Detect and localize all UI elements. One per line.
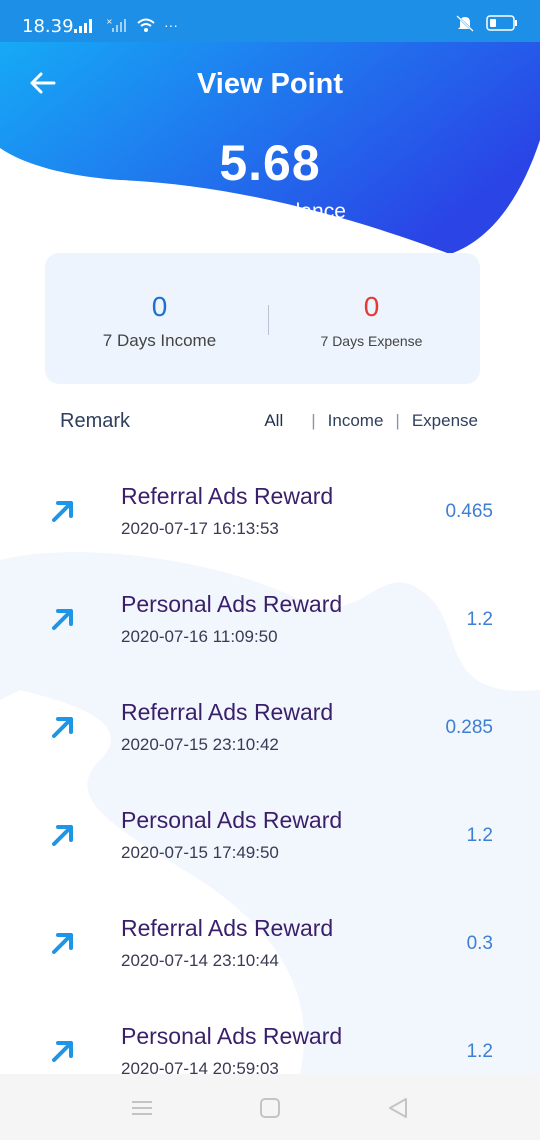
cell-signal-icon <box>74 19 92 33</box>
filter-separator: | <box>311 411 316 430</box>
home-square-icon[interactable] <box>256 1094 284 1122</box>
transaction-date: 2020-07-15 23:10:42 <box>121 735 279 754</box>
status-bar: 18.39 × ··· <box>0 0 540 42</box>
transaction-amount: 1.2 <box>466 609 493 630</box>
transaction-amount: 1.2 <box>466 825 493 846</box>
status-icons-right <box>454 14 518 32</box>
transaction-title: Referral Ads Reward <box>121 483 334 509</box>
list-item[interactable]: Referral Ads Reward 2020-07-15 23:10:42 … <box>0 676 540 784</box>
filter-all[interactable]: All <box>264 411 283 431</box>
arrow-up-right-icon <box>52 1041 73 1062</box>
income-value: 0 <box>151 291 168 322</box>
arrow-up-right-icon <box>52 825 73 846</box>
battery-icon <box>486 15 517 31</box>
wifi-icon <box>137 18 155 32</box>
summary-card: 0 7 Days Income 0 7 Days Expense <box>45 253 480 384</box>
list-item[interactable]: Referral Ads Reward 2020-07-17 16:13:53 … <box>0 460 540 568</box>
filter-tabs: All | Income | Expense <box>264 411 478 431</box>
filter-expense[interactable]: Expense <box>412 411 478 431</box>
cell-signal-secondary-icon: × <box>106 17 126 32</box>
transaction-amount: 0.465 <box>445 501 493 522</box>
transaction-amount: 1.2 <box>466 1041 493 1062</box>
remark-label: Remark <box>60 410 131 432</box>
income-summary: 0 7 Days Income <box>51 253 268 384</box>
transaction-date: 2020-07-14 23:10:44 <box>121 951 279 970</box>
list-item[interactable]: Personal Ads Reward 2020-07-15 17:49:50 … <box>0 784 540 892</box>
transaction-title: Personal Ads Reward <box>121 807 343 833</box>
filter-income[interactable]: Income <box>328 411 384 431</box>
list-item[interactable]: Referral Ads Reward 2020-07-14 23:10:44 … <box>0 892 540 1000</box>
system-nav-bar <box>0 1074 540 1140</box>
transaction-title: Personal Ads Reward <box>121 591 343 617</box>
status-icons-left: × ··· <box>74 17 178 33</box>
income-label: 7 Days Income <box>102 331 217 350</box>
expense-summary: 0 7 Days Expense <box>263 253 480 384</box>
silent-bell-icon <box>456 15 474 32</box>
transaction-date: 2020-07-15 17:49:50 <box>121 843 279 862</box>
back-triangle-icon[interactable] <box>384 1094 412 1122</box>
menu-icon[interactable] <box>128 1094 156 1122</box>
page-title: View Point <box>196 68 344 100</box>
transaction-title: Personal Ads Reward <box>121 1023 343 1049</box>
status-time: 18.39 <box>22 16 74 37</box>
transaction-title: Referral Ads Reward <box>121 699 334 725</box>
transaction-title: Referral Ads Reward <box>121 915 334 941</box>
status-more: ··· <box>164 17 178 33</box>
svg-text:×: × <box>106 17 113 26</box>
list-item[interactable]: Personal Ads Reward 2020-07-16 11:09:50 … <box>0 568 540 676</box>
arrow-up-right-icon <box>52 717 73 738</box>
transaction-amount: 0.285 <box>445 717 493 738</box>
transaction-date: 2020-07-16 11:09:50 <box>121 627 278 646</box>
expense-label: 7 Days Expense <box>320 333 423 349</box>
current-balance-label: Current Balance <box>194 200 346 223</box>
current-balance-value: 5.68 <box>219 135 321 191</box>
transaction-amount: 0.3 <box>466 933 493 954</box>
arrow-up-right-icon <box>52 501 73 522</box>
arrow-up-right-icon <box>52 933 73 954</box>
expense-value: 0 <box>363 291 380 322</box>
arrow-up-right-icon <box>52 609 73 630</box>
filter-separator: | <box>395 411 400 430</box>
transaction-date: 2020-07-17 16:13:53 <box>121 519 279 538</box>
